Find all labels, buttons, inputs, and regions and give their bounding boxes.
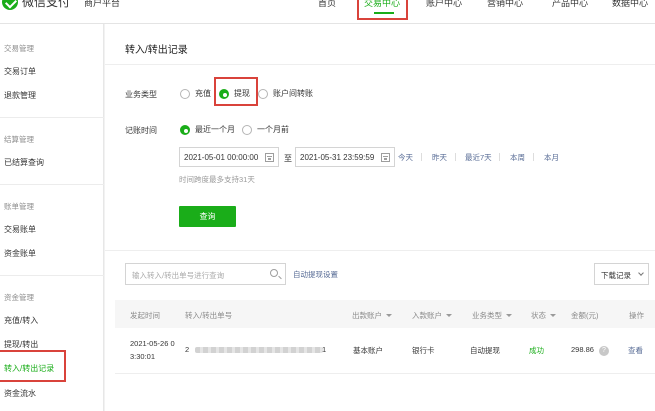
- radio-circle-icon: [242, 124, 252, 135]
- quick-this-week[interactable]: 本周: [510, 152, 525, 163]
- radio-circle-icon: [180, 88, 190, 99]
- sidebar: 交易管理 交易订单 退款管理 结算管理 已结算查询 账单管理 交易账单 资金账单…: [0, 24, 104, 411]
- masked-order-number: [195, 347, 323, 353]
- cell-time-line2: 3:30:01: [130, 352, 156, 361]
- radio-label: 一个月前: [257, 125, 289, 134]
- sidebar-item-settled-query[interactable]: 已结算查询: [4, 157, 44, 168]
- chevron-down-icon: [638, 270, 644, 276]
- highlight-box-nav: [357, 0, 408, 20]
- cell-order-prefix: 2: [185, 345, 190, 354]
- question-mark-icon[interactable]: ?: [599, 346, 609, 356]
- start-date-value: 2021-05-01 00:00:00: [184, 153, 259, 162]
- col-start-time: 发起时间: [130, 311, 160, 320]
- cell-time-line1: 2021-05-26 0: [130, 339, 175, 348]
- cell-from-account: 基本账户: [353, 346, 383, 355]
- quick-today[interactable]: 今天: [398, 152, 413, 163]
- logo-text: 微信支付: [22, 0, 71, 9]
- search-icon[interactable]: [270, 269, 278, 277]
- quick-separator: [455, 153, 456, 161]
- sidebar-group-bills: 账单管理: [4, 202, 34, 211]
- radio-label: 账户间转账: [273, 89, 313, 98]
- filter-caret-icon: [386, 314, 392, 317]
- cell-status: 成功: [529, 346, 544, 355]
- nav-product-center[interactable]: 产品中心: [552, 0, 588, 9]
- radio-label: 充值: [195, 89, 211, 98]
- col-action: 操作: [629, 311, 644, 320]
- auto-withdraw-settings-link[interactable]: 自动提现设置: [293, 269, 338, 280]
- quick-last-7-days[interactable]: 最近7天: [465, 152, 492, 163]
- nav-data-center[interactable]: 数据中心: [612, 0, 648, 9]
- title-divider: [105, 64, 655, 65]
- radio-month-ago[interactable]: 一个月前: [242, 124, 289, 135]
- radio-label: 最近一个月: [195, 125, 235, 134]
- query-button[interactable]: 查询: [179, 206, 236, 227]
- col-from-account[interactable]: 出款账户: [352, 310, 392, 321]
- filter-caret-icon: [506, 314, 512, 317]
- filter-caret-icon: [446, 314, 452, 317]
- top-bar: 微信支付 商户平台 首页 交易中心 账户中心 营销中心 产品中心 数据中心: [0, 0, 655, 24]
- main-panel: 转入/转出记录 业务类型 充值 提现 账户间转账 记账时间 最近一个月 一个月前…: [105, 24, 655, 411]
- sidebar-group-funds: 资金管理: [4, 293, 34, 302]
- row-divider: [115, 373, 655, 374]
- col-amount: 金额(元): [571, 311, 599, 320]
- quick-yesterday[interactable]: 昨天: [432, 152, 447, 163]
- view-link[interactable]: 查看: [628, 345, 643, 356]
- cell-order-suffix: 1: [322, 345, 327, 354]
- start-date-input[interactable]: 2021-05-01 00:00:00: [179, 147, 279, 167]
- date-range-hint: 时间跨度最多支持31天: [179, 175, 255, 184]
- business-type-label: 业务类型: [125, 90, 157, 99]
- radio-recharge[interactable]: 充值: [180, 88, 211, 99]
- sidebar-group-settlement: 结算管理: [4, 135, 34, 144]
- download-label: 下载记录: [601, 271, 631, 280]
- filter-caret-icon: [550, 314, 556, 317]
- sidebar-item-recharge[interactable]: 充值/转入: [4, 315, 38, 326]
- section-divider: [105, 250, 655, 251]
- highlight-box-sidebar: [0, 350, 66, 382]
- table-header: 发起时间 转入/转出单号 出款账户 入款账户 业务类型 状态 金额(元) 操作: [115, 300, 655, 328]
- sidebar-divider: [0, 275, 104, 276]
- col-to-account[interactable]: 入款账户: [412, 310, 452, 321]
- order-search-input[interactable]: 输入转入/转出单号进行查询: [125, 263, 286, 285]
- record-time-label: 记账时间: [125, 126, 157, 135]
- sidebar-item-refunds[interactable]: 退款管理: [4, 90, 36, 101]
- platform-name: 商户平台: [84, 0, 121, 8]
- quick-separator: [421, 153, 422, 161]
- col-business-type[interactable]: 业务类型: [472, 310, 512, 321]
- calendar-icon[interactable]: [265, 153, 274, 162]
- cell-to-account: 银行卡: [412, 346, 435, 355]
- calendar-icon[interactable]: [381, 153, 390, 162]
- highlight-box-radio: [214, 77, 258, 106]
- col-order-no: 转入/转出单号: [185, 311, 233, 320]
- quick-this-month[interactable]: 本月: [544, 152, 559, 163]
- date-separator: 至: [284, 154, 292, 163]
- sidebar-item-trade-orders[interactable]: 交易订单: [4, 66, 36, 77]
- quick-separator: [499, 153, 500, 161]
- end-date-input[interactable]: 2021-05-31 23:59:59: [295, 147, 395, 167]
- sidebar-group-trade: 交易管理: [4, 44, 34, 53]
- sidebar-divider: [0, 184, 104, 185]
- col-status[interactable]: 状态: [531, 310, 556, 321]
- radio-account-transfer[interactable]: 账户间转账: [258, 88, 313, 99]
- sidebar-item-trade-bill[interactable]: 交易账单: [4, 224, 36, 235]
- sidebar-item-fund-bill[interactable]: 资金账单: [4, 248, 36, 259]
- quick-separator: [533, 153, 534, 161]
- sidebar-item-fund-flow[interactable]: 资金流水: [4, 388, 36, 399]
- download-records-select[interactable]: 下载记录: [594, 263, 649, 285]
- sidebar-divider: [0, 117, 104, 118]
- sidebar-item-withdraw[interactable]: 提现/转出: [4, 339, 38, 350]
- page-title: 转入/转出记录: [125, 45, 188, 56]
- wechat-pay-logo-icon: [2, 0, 18, 10]
- nav-account-center[interactable]: 账户中心: [426, 0, 462, 9]
- logo[interactable]: 微信支付: [2, 0, 70, 10]
- nav-marketing-center[interactable]: 营销中心: [487, 0, 523, 9]
- radio-checked-icon: [180, 124, 190, 135]
- radio-last-month[interactable]: 最近一个月: [180, 124, 235, 135]
- cell-business-type: 自动提现: [470, 346, 500, 355]
- search-placeholder: 输入转入/转出单号进行查询: [132, 271, 225, 280]
- radio-circle-icon: [258, 88, 268, 99]
- nav-home[interactable]: 首页: [318, 0, 336, 9]
- end-date-value: 2021-05-31 23:59:59: [300, 153, 375, 162]
- cell-amount: 298.86: [571, 345, 594, 354]
